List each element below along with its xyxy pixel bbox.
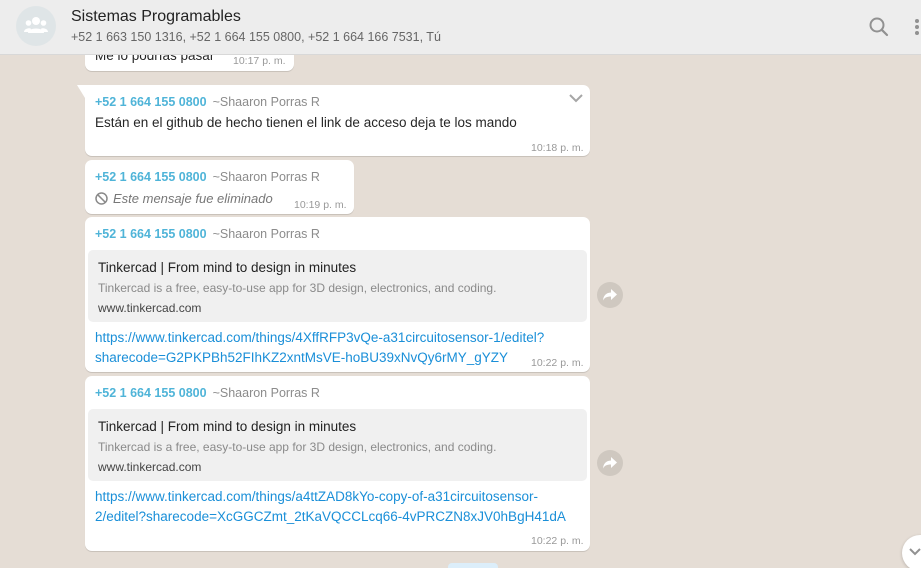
message-link-line[interactable]: https://www.tinkercad.com/things/4XffRFP… [95,328,544,348]
message-time: 10:22 p. m. [531,357,584,369]
message-link-line[interactable]: https://www.tinkercad.com/things/a4ttZAD… [95,487,566,507]
chat-participants: +52 1 663 150 1316, +52 1 664 155 0800, … [71,30,441,44]
group-icon [24,17,48,33]
message-sender[interactable]: +52 1 664 155 0800 ~Shaaron Porras R [95,95,320,109]
message-time: 10:19 p. m. [294,199,347,211]
sender-alias: ~Shaaron Porras R [212,170,320,184]
sender-number[interactable]: +52 1 664 155 0800 [95,95,207,109]
sender-number[interactable]: +52 1 664 155 0800 [95,386,207,400]
forward-button[interactable] [597,282,623,308]
forward-icon [603,289,617,301]
chat-title[interactable]: Sistemas Programables [71,8,241,26]
link-preview-title: Tinkercad | From mind to design in minut… [98,260,357,275]
link-preview-domain: www.tinkercad.com [98,301,202,315]
sender-alias: ~Shaaron Porras R [212,95,320,109]
message-link[interactable]: https://www.tinkercad.com/things/a4ttZAD… [95,487,566,527]
message-sender[interactable]: +52 1 664 155 0800 ~Shaaron Porras R [95,170,320,184]
message-bubble[interactable]: +52 1 664 155 0800 ~Shaaron Porras R Está… [77,85,590,156]
sender-alias: ~Shaaron Porras R [212,386,320,400]
sender-number[interactable]: +52 1 664 155 0800 [95,170,207,184]
message-bubble[interactable]: Me lo podrías pasar 10:17 p. m. [85,55,294,71]
link-preview-domain: www.tinkercad.com [98,460,202,474]
message-link[interactable]: https://www.tinkercad.com/things/4XffRFP… [95,328,544,368]
message-bubble[interactable]: +52 1 664 155 0800 ~Shaaron Porras R Tink… [85,376,590,551]
link-preview-title: Tinkercad | From mind to design in minut… [98,419,357,434]
message-text: Me lo podrías pasar [95,55,215,63]
message-list[interactable]: Me lo podrías pasar 10:17 p. m. +52 1 66… [0,55,921,568]
kebab-menu-icon [915,19,919,23]
sender-number[interactable]: +52 1 664 155 0800 [95,227,207,241]
message-bubble[interactable]: +52 1 664 155 0800 ~Shaaron Porras R Este… [85,160,354,214]
date-indicator [448,563,498,568]
message-sender[interactable]: +52 1 664 155 0800 ~Shaaron Porras R [95,227,320,241]
message-bubble[interactable]: +52 1 664 155 0800 ~Shaaron Porras R Tink… [85,217,590,372]
forward-icon [603,457,617,469]
message-link-line[interactable]: 2/editel?sharecode=XcGGCZmt_2tKaVQCCLcq6… [95,507,566,527]
message-link-line[interactable]: sharecode=G2PKPBh52FIhKZ2xntMsVE-hoBU39x… [95,348,544,368]
chat-header: Sistemas Programables +52 1 663 150 1316… [0,0,921,55]
deleted-message-text: Este mensaje fue eliminado [113,191,273,206]
link-preview-description: Tinkercad is a free, easy-to-use app for… [98,440,497,454]
menu-button[interactable] [910,14,921,40]
prohibited-icon [95,192,108,205]
forward-button[interactable] [597,450,623,476]
link-preview[interactable]: Tinkercad | From mind to design in minut… [88,409,587,481]
link-preview-description: Tinkercad is a free, easy-to-use app for… [98,281,497,295]
chevron-down-icon [909,548,921,556]
link-preview[interactable]: Tinkercad | From mind to design in minut… [88,250,587,322]
scroll-to-bottom-button[interactable] [902,535,921,568]
chevron-down-icon[interactable] [568,93,584,103]
message-sender[interactable]: +52 1 664 155 0800 ~Shaaron Porras R [95,386,320,400]
sender-alias: ~Shaaron Porras R [212,227,320,241]
message-time: 10:17 p. m. [233,55,286,67]
message-text: Están en el github de hecho tienen el li… [95,115,517,130]
group-avatar[interactable] [16,6,56,46]
search-button[interactable] [866,14,892,40]
message-time: 10:18 p. m. [531,142,584,154]
message-time: 10:22 p. m. [531,535,584,547]
search-icon [869,17,889,37]
deleted-message: Este mensaje fue eliminado [95,191,273,206]
